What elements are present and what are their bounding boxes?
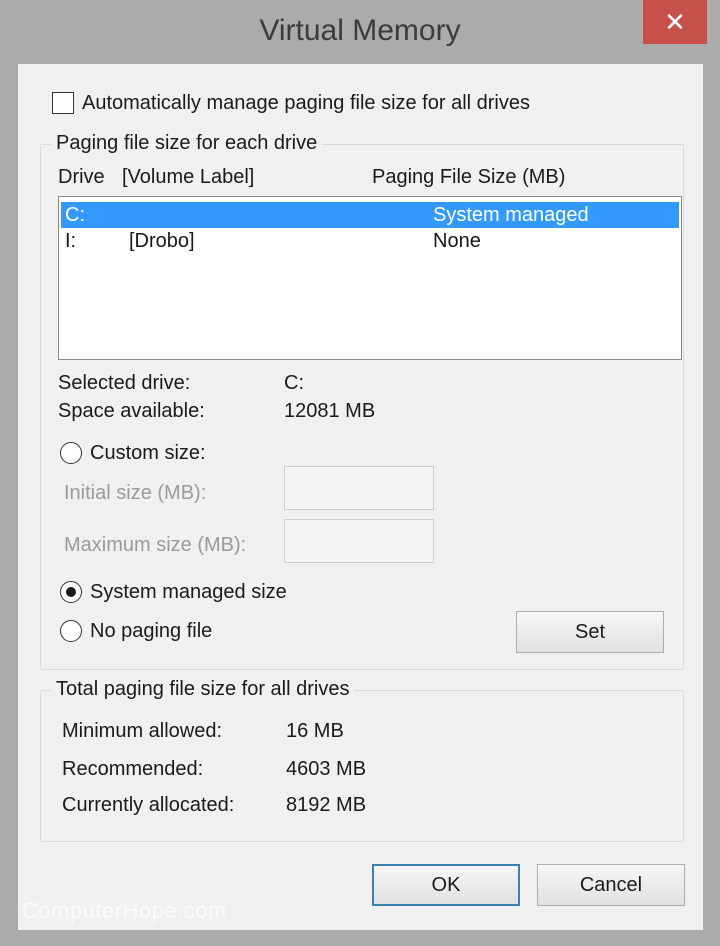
- drive-row-i[interactable]: I: [Drobo] None: [61, 228, 679, 254]
- space-available-value: 12081 MB: [284, 400, 376, 422]
- recommended-label: Recommended:: [62, 758, 204, 780]
- virtual-memory-window: Virtual Memory ✕ Automatically manage pa…: [0, 0, 720, 946]
- volume-column-header: [Volume Label]: [122, 166, 255, 188]
- minimum-allowed-value: 16 MB: [286, 720, 344, 742]
- volume-label: [Drobo]: [129, 230, 195, 252]
- custom-size-radio[interactable]: [60, 442, 82, 464]
- drive-letter: I:: [65, 230, 77, 252]
- drive-letter: C:: [65, 204, 85, 226]
- cancel-button[interactable]: Cancel: [537, 864, 685, 906]
- no-paging-file-label[interactable]: No paging file: [90, 620, 212, 643]
- no-paging-file-radio[interactable]: [60, 620, 82, 642]
- space-available-label: Space available:: [58, 400, 205, 422]
- currently-allocated-value: 8192 MB: [286, 794, 367, 816]
- auto-manage-label[interactable]: Automatically manage paging file size fo…: [82, 92, 530, 115]
- maximum-size-input[interactable]: [284, 519, 434, 563]
- recommended-value: 4603 MB: [286, 758, 367, 780]
- drive-column-header: Drive: [58, 166, 105, 188]
- paging-size: None: [433, 230, 481, 252]
- drive-list[interactable]: C: System managed I: [Drobo] None: [58, 196, 682, 360]
- currently-allocated-label: Currently allocated:: [62, 794, 235, 816]
- minimum-allowed-label: Minimum allowed:: [62, 720, 223, 742]
- per-drive-legend: Paging file size for each drive: [51, 132, 323, 155]
- title-bar[interactable]: Virtual Memory ✕: [0, 0, 720, 62]
- system-managed-radio[interactable]: [60, 581, 82, 603]
- size-column-header: Paging File Size (MB): [372, 166, 566, 188]
- system-managed-label[interactable]: System managed size: [90, 581, 287, 604]
- custom-size-label[interactable]: Custom size:: [90, 442, 206, 465]
- dialog-body: Automatically manage paging file size fo…: [18, 64, 703, 930]
- selected-drive-value: C:: [284, 372, 304, 394]
- close-button[interactable]: ✕: [643, 0, 707, 44]
- drive-row-c[interactable]: C: System managed: [61, 202, 679, 228]
- watermark: ComputerHope.com: [22, 898, 227, 923]
- ok-button[interactable]: OK: [372, 864, 520, 906]
- paging-size: System managed: [433, 204, 589, 226]
- maximum-size-label: Maximum size (MB):: [64, 534, 247, 556]
- initial-size-input[interactable]: [284, 466, 434, 510]
- totals-legend: Total paging file size for all drives: [51, 678, 355, 701]
- initial-size-label: Initial size (MB):: [64, 482, 207, 504]
- selected-drive-label: Selected drive:: [58, 372, 191, 394]
- window-title: Virtual Memory: [259, 14, 461, 47]
- set-button[interactable]: Set: [516, 611, 664, 653]
- auto-manage-checkbox[interactable]: [52, 92, 74, 114]
- close-icon: ✕: [664, 6, 686, 37]
